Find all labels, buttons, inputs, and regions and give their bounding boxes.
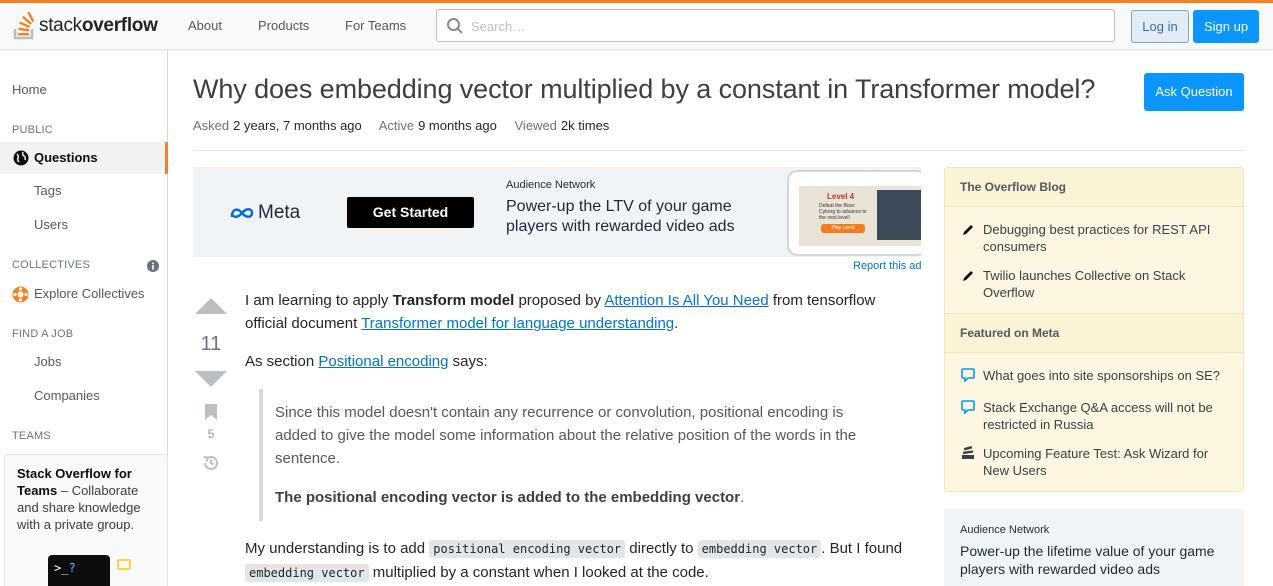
meta-chat-icon: [961, 400, 975, 414]
pencil-icon: [963, 271, 973, 281]
nav-for-teams[interactable]: For Teams: [345, 18, 406, 33]
bookmark-icon[interactable]: [205, 404, 217, 420]
upvote-button[interactable]: [195, 298, 227, 314]
quote-paragraph: Since this model doesn't contain any rec…: [275, 404, 857, 467]
signup-button[interactable]: Sign up: [1193, 10, 1259, 43]
question-body-continued: My understanding is to add positional en…: [245, 537, 905, 586]
nav-about[interactable]: About: [188, 18, 222, 33]
login-button[interactable]: Log in: [1131, 10, 1189, 43]
inline-code: positional encoding vector: [429, 540, 626, 558]
chat-bubble-icon: [117, 559, 131, 570]
info-icon[interactable]: [147, 260, 159, 272]
active-label: Active: [378, 118, 415, 133]
post-paragraph: I am learning to apply Transform model p…: [245, 292, 876, 332]
search-icon: [447, 18, 463, 34]
post-paragraph: As section Positional encoding says:: [245, 353, 488, 370]
blog-item[interactable]: Debugging best practices for REST API co…: [983, 221, 1233, 255]
history-icon[interactable]: [202, 454, 220, 472]
ad-network-label: Audience Network: [960, 524, 1050, 536]
link-positional-encoding[interactable]: Positional encoding: [318, 353, 448, 370]
ad-banner[interactable]: Meta Get Started Audience Network Power-…: [193, 167, 921, 257]
meta-item[interactable]: Stack Exchange Q&A access will not be re…: [983, 399, 1233, 433]
nav-products[interactable]: Products: [258, 18, 309, 33]
blockquote: Since this model doesn't contain any rec…: [259, 389, 879, 521]
report-ad-link[interactable]: Report this ad: [853, 260, 921, 272]
left-sidebar: Home PUBLIC Questions Tags Users COLLECT…: [0, 50, 168, 586]
divider: [193, 150, 1244, 151]
teams-promo[interactable]: Stack Overflow for Teams – Collaborate a…: [4, 454, 168, 586]
meta-item[interactable]: Upcoming Feature Test: Ask Wizard for Ne…: [983, 445, 1233, 479]
ad-headline: Power-up the lifetime value of your game…: [960, 543, 1215, 577]
page-title[interactable]: Why does embedding vector multiplied by …: [193, 74, 1095, 105]
sidebar-heading-public: PUBLIC: [12, 124, 53, 136]
overflow-blog-widget: The Overflow Blog Debugging best practic…: [944, 167, 1244, 492]
sidebar-item-label: Questions: [34, 150, 98, 165]
blog-item[interactable]: Twilio launches Collective on Stack Over…: [983, 267, 1233, 301]
sidebar-heading-find-job: FIND A JOB: [12, 328, 74, 340]
globe-icon: [13, 150, 29, 166]
stack-exchange-icon: [962, 446, 974, 459]
collectives-icon: [12, 286, 29, 303]
question-body: I am learning to apply Transform model p…: [245, 289, 905, 388]
bookmark-count: 5: [207, 427, 215, 441]
quote-paragraph: The positional encoding vector is added …: [275, 489, 745, 506]
teams-terminal-illustration: >_?: [48, 555, 110, 586]
question-meta: Asked 2 years, 7 months ago Active 9 month…: [193, 118, 623, 133]
ad-phone-image: Level 4 Defeat the Boss Cyborg to advanc…: [787, 170, 921, 256]
get-started-button[interactable]: Get Started: [347, 197, 474, 228]
pencil-icon: [963, 225, 973, 235]
ad-game-thumbnail: [877, 190, 921, 240]
ad-network-label: Audience Network: [506, 179, 596, 191]
ad-level-text: Level 4: [827, 192, 855, 201]
inline-code: embedding vector: [245, 564, 369, 582]
sidebar-heading-collectives: COLLECTIVES: [12, 259, 91, 271]
ask-question-button[interactable]: Ask Question: [1144, 73, 1244, 111]
stackoverflow-logo[interactable]: stackoverflow: [12, 9, 158, 43]
meta-logo: Meta: [230, 202, 300, 224]
downvote-button[interactable]: [195, 371, 227, 387]
sidebar-item-home[interactable]: Home: [12, 82, 47, 97]
ad-play-button: Play Level: [821, 224, 865, 233]
sidebar-item-explore-collectives[interactable]: Explore Collectives: [34, 286, 145, 301]
viewed-label: Viewed: [514, 118, 557, 133]
link-tensorflow-doc[interactable]: Transformer model for language understan…: [361, 315, 674, 332]
sidebar-item-jobs[interactable]: Jobs: [34, 354, 61, 369]
logo-text: stackoverflow: [39, 15, 158, 36]
active-value[interactable]: 9 months ago: [418, 118, 497, 133]
ad-headline: Power-up the LTV of your game players wi…: [506, 198, 735, 235]
blog-heading: The Overflow Blog: [945, 168, 1243, 207]
search-input[interactable]: [471, 16, 1071, 36]
sidebar-ad[interactable]: Audience Network Power-up the lifetime v…: [944, 509, 1244, 586]
post-paragraph: My understanding is to add positional en…: [245, 540, 903, 582]
vote-count: 11: [200, 333, 222, 355]
meta-item[interactable]: What goes into site sponsorships on SE?: [983, 367, 1233, 384]
asked-label: Asked: [193, 118, 230, 133]
sidebar-item-questions[interactable]: Questions: [0, 142, 168, 174]
viewed-value: 2k times: [560, 118, 610, 133]
sidebar-item-tags[interactable]: Tags: [34, 183, 61, 198]
stackoverflow-logo-icon: [13, 12, 35, 40]
teams-promo-text: Stack Overflow for Teams – Collaborate a…: [17, 466, 141, 532]
meta-heading: Featured on Meta: [945, 313, 1243, 353]
sidebar-item-companies[interactable]: Companies: [34, 388, 100, 403]
meta-chat-icon: [961, 368, 975, 382]
search-box[interactable]: [436, 9, 1115, 42]
link-attention-paper[interactable]: Attention Is All You Need: [604, 292, 768, 309]
top-bar: stackoverflow About Products For Teams L…: [0, 0, 1273, 50]
meta-infinity-icon: [230, 208, 254, 218]
ad-level-desc: Defeat the Boss Cyborg to advance to the…: [819, 203, 867, 221]
inline-code: embedding vector: [697, 540, 822, 558]
asked-value: 2 years, 7 months ago: [233, 118, 362, 133]
sidebar-item-users[interactable]: Users: [34, 217, 68, 232]
sidebar-heading-teams: TEAMS: [12, 430, 51, 442]
